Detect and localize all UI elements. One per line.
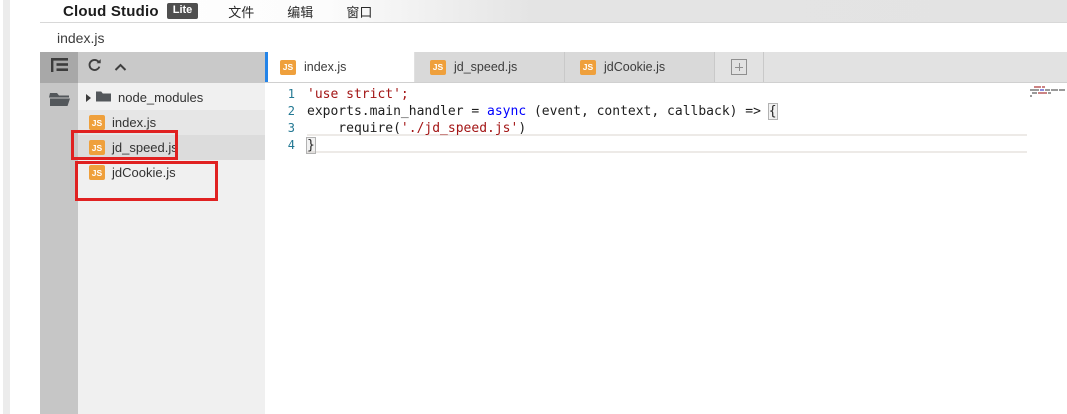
annotation-box-jdcookie bbox=[75, 161, 218, 201]
explorer-toolbar bbox=[78, 52, 265, 83]
minimap-segment bbox=[1042, 86, 1045, 88]
line-number: 4 bbox=[265, 137, 307, 154]
code-segment: ) bbox=[518, 120, 526, 137]
line-number: 2 bbox=[265, 103, 307, 120]
minimap-segment bbox=[1048, 92, 1051, 94]
tab-jd_speed-js[interactable]: JS jd_speed.js bbox=[415, 52, 565, 82]
menu-item-0[interactable]: 文件 bbox=[228, 2, 254, 21]
minimap-segment bbox=[1030, 95, 1032, 97]
minimap-segment bbox=[1038, 92, 1047, 94]
breadcrumb-file-title: index.js bbox=[57, 30, 104, 46]
minimap-segment bbox=[1045, 89, 1050, 91]
tree-item-label: node_modules bbox=[118, 90, 203, 105]
annotation-box-jd-speed bbox=[71, 130, 178, 160]
code-segment: { bbox=[768, 103, 778, 120]
activity-item-explorer[interactable] bbox=[40, 52, 78, 83]
js-file-icon: JS bbox=[430, 60, 446, 75]
minimap-segment bbox=[1059, 89, 1065, 91]
editor-zone: JS index.js JS jd_speed.js JS jdCookie.js 1'u… bbox=[265, 52, 1067, 414]
breadcrumb-bar: index.js bbox=[40, 23, 1067, 52]
refresh-icon[interactable] bbox=[87, 58, 102, 78]
tab-bar: JS index.js JS jd_speed.js JS jdCookie.js bbox=[265, 52, 1067, 83]
new-tab-button[interactable] bbox=[715, 52, 764, 82]
tab-label: jd_speed.js bbox=[454, 60, 517, 74]
code-line: 3 require('./jd_speed.js') bbox=[265, 120, 1067, 137]
minimap-segment bbox=[1032, 92, 1037, 94]
code-segment: './jd_speed.js' bbox=[401, 120, 518, 137]
menu-item-2[interactable]: 窗口 bbox=[346, 2, 372, 21]
tab-label: index.js bbox=[304, 60, 346, 74]
activity-bar bbox=[40, 52, 78, 414]
tab-label: jdCookie.js bbox=[604, 60, 665, 74]
minimap-line bbox=[1030, 92, 1066, 94]
minimap[interactable] bbox=[1030, 86, 1066, 98]
js-file-icon: JS bbox=[580, 60, 596, 75]
collapse-up-icon[interactable] bbox=[114, 59, 127, 77]
plus-icon bbox=[731, 59, 747, 75]
page-edge-strip bbox=[3, 0, 10, 414]
code-segment: require( bbox=[307, 120, 401, 137]
outline-tree-icon bbox=[51, 58, 68, 77]
tree-item-label: index.js bbox=[112, 115, 156, 130]
minimap-segment bbox=[1051, 89, 1058, 91]
line-number: 1 bbox=[265, 86, 307, 103]
tab-index-js[interactable]: JS index.js bbox=[265, 52, 415, 82]
app-logo: Cloud Studio bbox=[63, 3, 159, 20]
minimap-line bbox=[1030, 89, 1066, 91]
activity-item-files[interactable] bbox=[40, 83, 78, 119]
js-file-icon: JS bbox=[280, 60, 296, 75]
file-explorer: node_modulesJSindex.jsJSjd_speed.jsJSjdC… bbox=[78, 52, 265, 414]
lite-badge: Lite bbox=[167, 3, 199, 19]
js-file-icon: JS bbox=[89, 115, 105, 130]
code-segment: exports.main_handler = bbox=[307, 103, 487, 120]
code-segment: async bbox=[487, 103, 526, 120]
open-folder-icon bbox=[49, 91, 70, 112]
code-segment: (event, context, callback) => bbox=[526, 103, 769, 120]
code-line: 2exports.main_handler = async (event, co… bbox=[265, 103, 1067, 120]
cloud-studio-app: Cloud Studio Lite 文件 编辑 窗口 index.js bbox=[40, 0, 1067, 414]
menubar: 文件 编辑 窗口 bbox=[228, 2, 372, 21]
minimap-line bbox=[1030, 86, 1066, 88]
code-line: 4} bbox=[265, 137, 1067, 154]
tree-item-node_modules[interactable]: node_modules bbox=[78, 85, 265, 110]
minimap-segment bbox=[1030, 89, 1039, 91]
minimap-line bbox=[1030, 95, 1066, 97]
code-line: 1'use strict'; bbox=[265, 86, 1067, 103]
code-editor[interactable]: 1'use strict';2exports.main_handler = as… bbox=[265, 83, 1067, 414]
minimap-segment bbox=[1040, 89, 1044, 91]
minimap-segment bbox=[1034, 86, 1041, 88]
menu-item-1[interactable]: 编辑 bbox=[287, 2, 313, 21]
code-segment: } bbox=[306, 137, 316, 154]
code-lines: 1'use strict';2exports.main_handler = as… bbox=[265, 83, 1067, 154]
expand-arrow-icon[interactable] bbox=[86, 94, 91, 102]
main-area: node_modules JS index.js JS jd_speed.js JS jdC… bbox=[40, 52, 1067, 414]
tab-jdCookie-js[interactable]: JS jdCookie.js bbox=[565, 52, 715, 82]
line-number: 3 bbox=[265, 120, 307, 137]
topbar: Cloud Studio Lite 文件 编辑 窗口 bbox=[40, 0, 1067, 23]
code-segment: 'use strict'; bbox=[307, 86, 409, 103]
folder-icon bbox=[96, 90, 111, 105]
